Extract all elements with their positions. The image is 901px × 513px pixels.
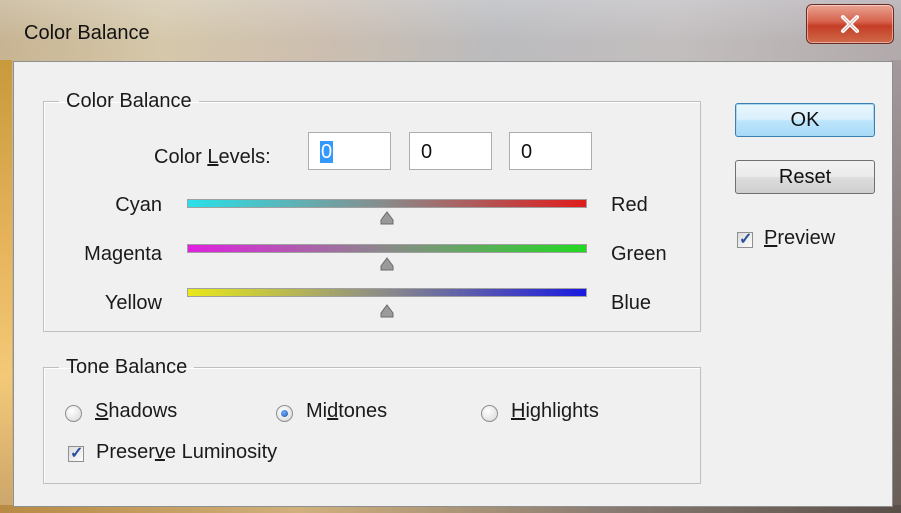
level-input-value: 0 [521,141,533,163]
slider-left-label-cyan: Cyan [115,194,162,216]
level-input-magenta-green[interactable]: 0 [409,132,492,170]
slider-left-label-magenta: Magenta [84,243,162,265]
slider-thumb-cyan-red[interactable] [379,211,395,225]
radio-selected-dot [281,410,288,417]
slider-thumb-yellow-blue[interactable] [379,304,395,318]
preserve-luminosity-label[interactable]: Preserve Luminosity [96,441,277,464]
checkmark-icon: ✓ [70,445,84,462]
color-levels-label: Color Levels: [154,146,271,168]
level-input-yellow-blue[interactable]: 0 [509,132,592,170]
slider-thumb-magenta-green[interactable] [379,257,395,271]
level-input-value: 0 [320,141,334,163]
close-icon [841,15,859,33]
radio-midtones[interactable] [276,405,293,422]
preview-label[interactable]: Preview [764,227,835,250]
preserve-luminosity-checkbox[interactable]: ✓ [68,445,84,462]
radio-highlights[interactable] [481,405,498,422]
slider-right-label-green: Green [611,243,667,265]
level-input-cyan-red[interactable]: 0 [308,132,391,170]
preview-checkbox[interactable]: ✓ [737,231,753,248]
ok-button[interactable]: OK [735,103,875,137]
window-frame-left [0,60,12,513]
checkmark-icon: ✓ [739,231,753,248]
close-button[interactable] [806,4,894,44]
slider-left-label-yellow: Yellow [104,292,162,314]
level-input-value: 0 [421,141,433,163]
slider-track-magenta-green[interactable] [187,244,587,253]
dialog-client-area: Color Balance Color Levels: 0 0 0 Cyan R… [13,61,893,507]
slider-right-label-blue: Blue [611,292,652,314]
color-balance-group-label: Color Balance [66,90,192,112]
radio-label-shadows[interactable]: Shadows [95,400,177,423]
slider-right-label-red: Red [611,194,648,216]
radio-label-midtones[interactable]: Midtones [306,400,387,423]
tone-balance-group-label: Tone Balance [66,356,188,378]
radio-label-highlights[interactable]: Highlights [511,400,599,423]
window-title: Color Balance [24,22,150,44]
radio-shadows[interactable] [65,405,82,422]
reset-button[interactable]: Reset [735,160,875,194]
slider-track-yellow-blue[interactable] [187,288,587,297]
slider-track-cyan-red[interactable] [187,199,587,208]
